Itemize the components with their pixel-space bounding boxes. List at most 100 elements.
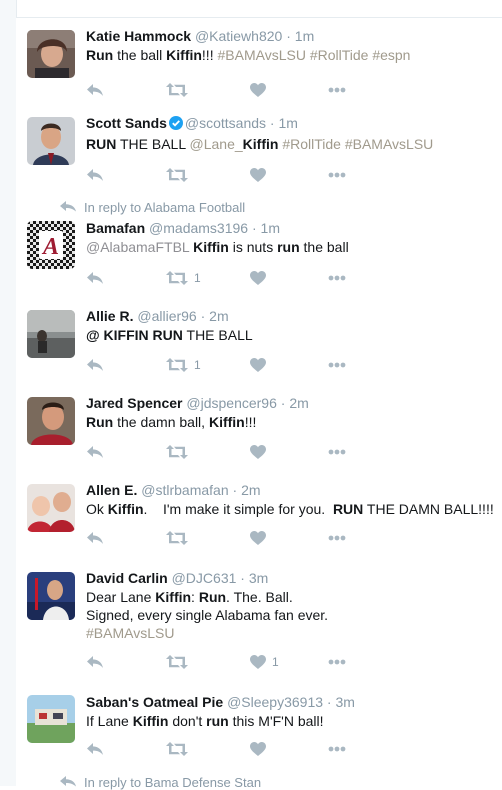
reply-context-icon — [60, 775, 76, 790]
reply-icon — [86, 168, 104, 182]
user-handle[interactable]: @allier96 — [137, 308, 196, 324]
reply-context[interactable]: In reply to Bama Defense Stan — [60, 775, 261, 790]
retweet-button[interactable] — [166, 739, 194, 759]
tweet[interactable]: Katie Hammock @Katiewh820 · 1m Run the ba… — [16, 18, 502, 106]
more-button[interactable] — [328, 355, 346, 375]
tweet[interactable]: Jared Spencer @jdspencer96 · 2m Run the d… — [16, 385, 502, 473]
separator-dot: · — [236, 570, 249, 586]
avatar[interactable] — [27, 484, 75, 532]
avatar[interactable] — [27, 572, 75, 620]
more-button[interactable] — [328, 652, 346, 672]
timestamp[interactable]: 1m — [295, 28, 314, 44]
reply-context-icon — [60, 200, 76, 215]
reply-context[interactable]: In reply to Alabama Football — [60, 200, 245, 215]
more-button[interactable] — [328, 739, 346, 759]
user-handle[interactable]: @DJC631 — [172, 570, 237, 586]
avatar[interactable] — [27, 117, 75, 165]
retweet-button[interactable]: 1 — [166, 355, 201, 375]
tweet-text-segment: run — [277, 239, 300, 255]
avatar[interactable]: A — [27, 221, 75, 269]
tweet[interactable]: Saban's Oatmeal Pie @Sleepy36913 · 3m If … — [16, 683, 502, 771]
retweet-button[interactable] — [166, 652, 194, 672]
display-name[interactable]: Saban's Oatmeal Pie — [86, 694, 223, 710]
tweet-text: Run the ball Kiffin!!! #BAMAvsLSU #RollT… — [86, 46, 496, 64]
display-name[interactable]: Bamafan — [86, 220, 145, 236]
timestamp[interactable]: 2m — [241, 482, 260, 498]
avatar[interactable] — [27, 30, 75, 78]
tweet-text-segment: the damn ball, — [113, 414, 209, 430]
tweet-text-segment: !!! — [201, 47, 218, 63]
avatar[interactable] — [27, 310, 75, 358]
hashtag-text[interactable]: @Lane_ — [190, 136, 243, 152]
hashtag-text[interactable]: #RollTide #BAMAvsLSU — [282, 136, 433, 152]
timestamp[interactable]: 2m — [209, 308, 228, 324]
tweet-text-segment: If Lane — [86, 713, 133, 729]
timestamp[interactable]: 2m — [289, 395, 308, 411]
tweet-text-segment: : — [191, 589, 199, 605]
hashtag-text[interactable]: #BAMAvsLSU — [86, 625, 174, 641]
like-count: 1 — [272, 655, 279, 669]
like-button[interactable] — [250, 739, 272, 759]
more-button[interactable] — [328, 80, 346, 100]
tweet-header: Bamafan @madams3196 · 1m — [86, 219, 496, 237]
retweet-button[interactable] — [166, 442, 194, 462]
timestamp[interactable]: 3m — [249, 570, 268, 586]
like-button[interactable] — [250, 528, 272, 548]
like-button[interactable] — [250, 355, 272, 375]
display-name[interactable]: Jared Spencer — [86, 395, 183, 411]
tweet-text-line: Signed, every single Alabama fan ever. — [86, 606, 496, 624]
retweet-icon — [166, 655, 188, 669]
tweet[interactable]: Scott Sands @scottsands · 1m RUN THE BALL … — [16, 105, 502, 193]
retweet-button[interactable] — [166, 165, 194, 185]
retweet-button[interactable] — [166, 80, 194, 100]
like-button[interactable]: 1 — [250, 652, 279, 672]
more-button[interactable] — [328, 268, 346, 288]
display-name[interactable]: Scott Sands — [86, 115, 167, 131]
retweet-button[interactable] — [166, 528, 194, 548]
reply-button[interactable] — [86, 652, 104, 672]
more-icon — [328, 535, 346, 541]
user-handle[interactable]: @madams3196 — [149, 220, 248, 236]
more-button[interactable] — [328, 528, 346, 548]
more-icon — [328, 172, 346, 178]
tweet[interactable]: In reply to Alabama Football A Bamafan @ma… — [16, 192, 502, 299]
timestamp[interactable]: 1m — [261, 220, 280, 236]
display-name[interactable]: Allen E. — [86, 482, 137, 498]
tweet-actions: 1 — [86, 652, 366, 672]
like-button[interactable] — [250, 80, 272, 100]
user-handle[interactable]: @Katiewh820 — [195, 28, 282, 44]
display-name[interactable]: Allie R. — [86, 308, 133, 324]
avatar[interactable] — [27, 695, 75, 743]
tweet-text-line: Dear Lane Kiffin: Run. The. Ball. — [86, 588, 496, 606]
tweet[interactable]: David Carlin @DJC631 · 3m Dear Lane Kiffi… — [16, 559, 502, 684]
timestamp[interactable]: 3m — [335, 694, 354, 710]
user-handle[interactable]: @Sleepy36913 — [227, 694, 323, 710]
reply-button[interactable] — [86, 355, 104, 375]
tweet[interactable]: Allie R. @allier96 · 2m @ KIFFIN RUN THE … — [16, 298, 502, 386]
user-handle[interactable]: @jdspencer96 — [186, 395, 277, 411]
reply-button[interactable] — [86, 165, 104, 185]
reply-button[interactable] — [86, 442, 104, 462]
reply-button[interactable] — [86, 80, 104, 100]
timestamp[interactable]: 1m — [279, 115, 298, 131]
next-tweet-partial[interactable]: In reply to Bama Defense Stan — [16, 770, 502, 790]
display-name[interactable]: Katie Hammock — [86, 28, 191, 44]
reply-button[interactable] — [86, 739, 104, 759]
like-button[interactable] — [250, 442, 272, 462]
display-name[interactable]: David Carlin — [86, 570, 168, 586]
reply-button[interactable] — [86, 268, 104, 288]
more-button[interactable] — [328, 442, 346, 462]
user-handle[interactable]: @stlrbamafan — [141, 482, 228, 498]
avatar[interactable] — [27, 397, 75, 445]
reply-button[interactable] — [86, 528, 104, 548]
user-handle[interactable]: @scottsands — [185, 115, 266, 131]
like-button[interactable] — [250, 165, 272, 185]
tweet-text-segment: Kiffin — [193, 239, 229, 255]
tweet[interactable]: Allen E. @stlrbamafan · 2m Ok Kiffin. I'm… — [16, 472, 502, 560]
hashtag-text[interactable]: #BAMAvsLSU #RollTide #espn — [217, 47, 410, 63]
like-button[interactable] — [250, 268, 272, 288]
retweet-button[interactable]: 1 — [166, 268, 201, 288]
mention-text[interactable]: @AlabamaFTBL — [86, 239, 189, 255]
more-button[interactable] — [328, 165, 346, 185]
verified-icon — [168, 116, 183, 134]
